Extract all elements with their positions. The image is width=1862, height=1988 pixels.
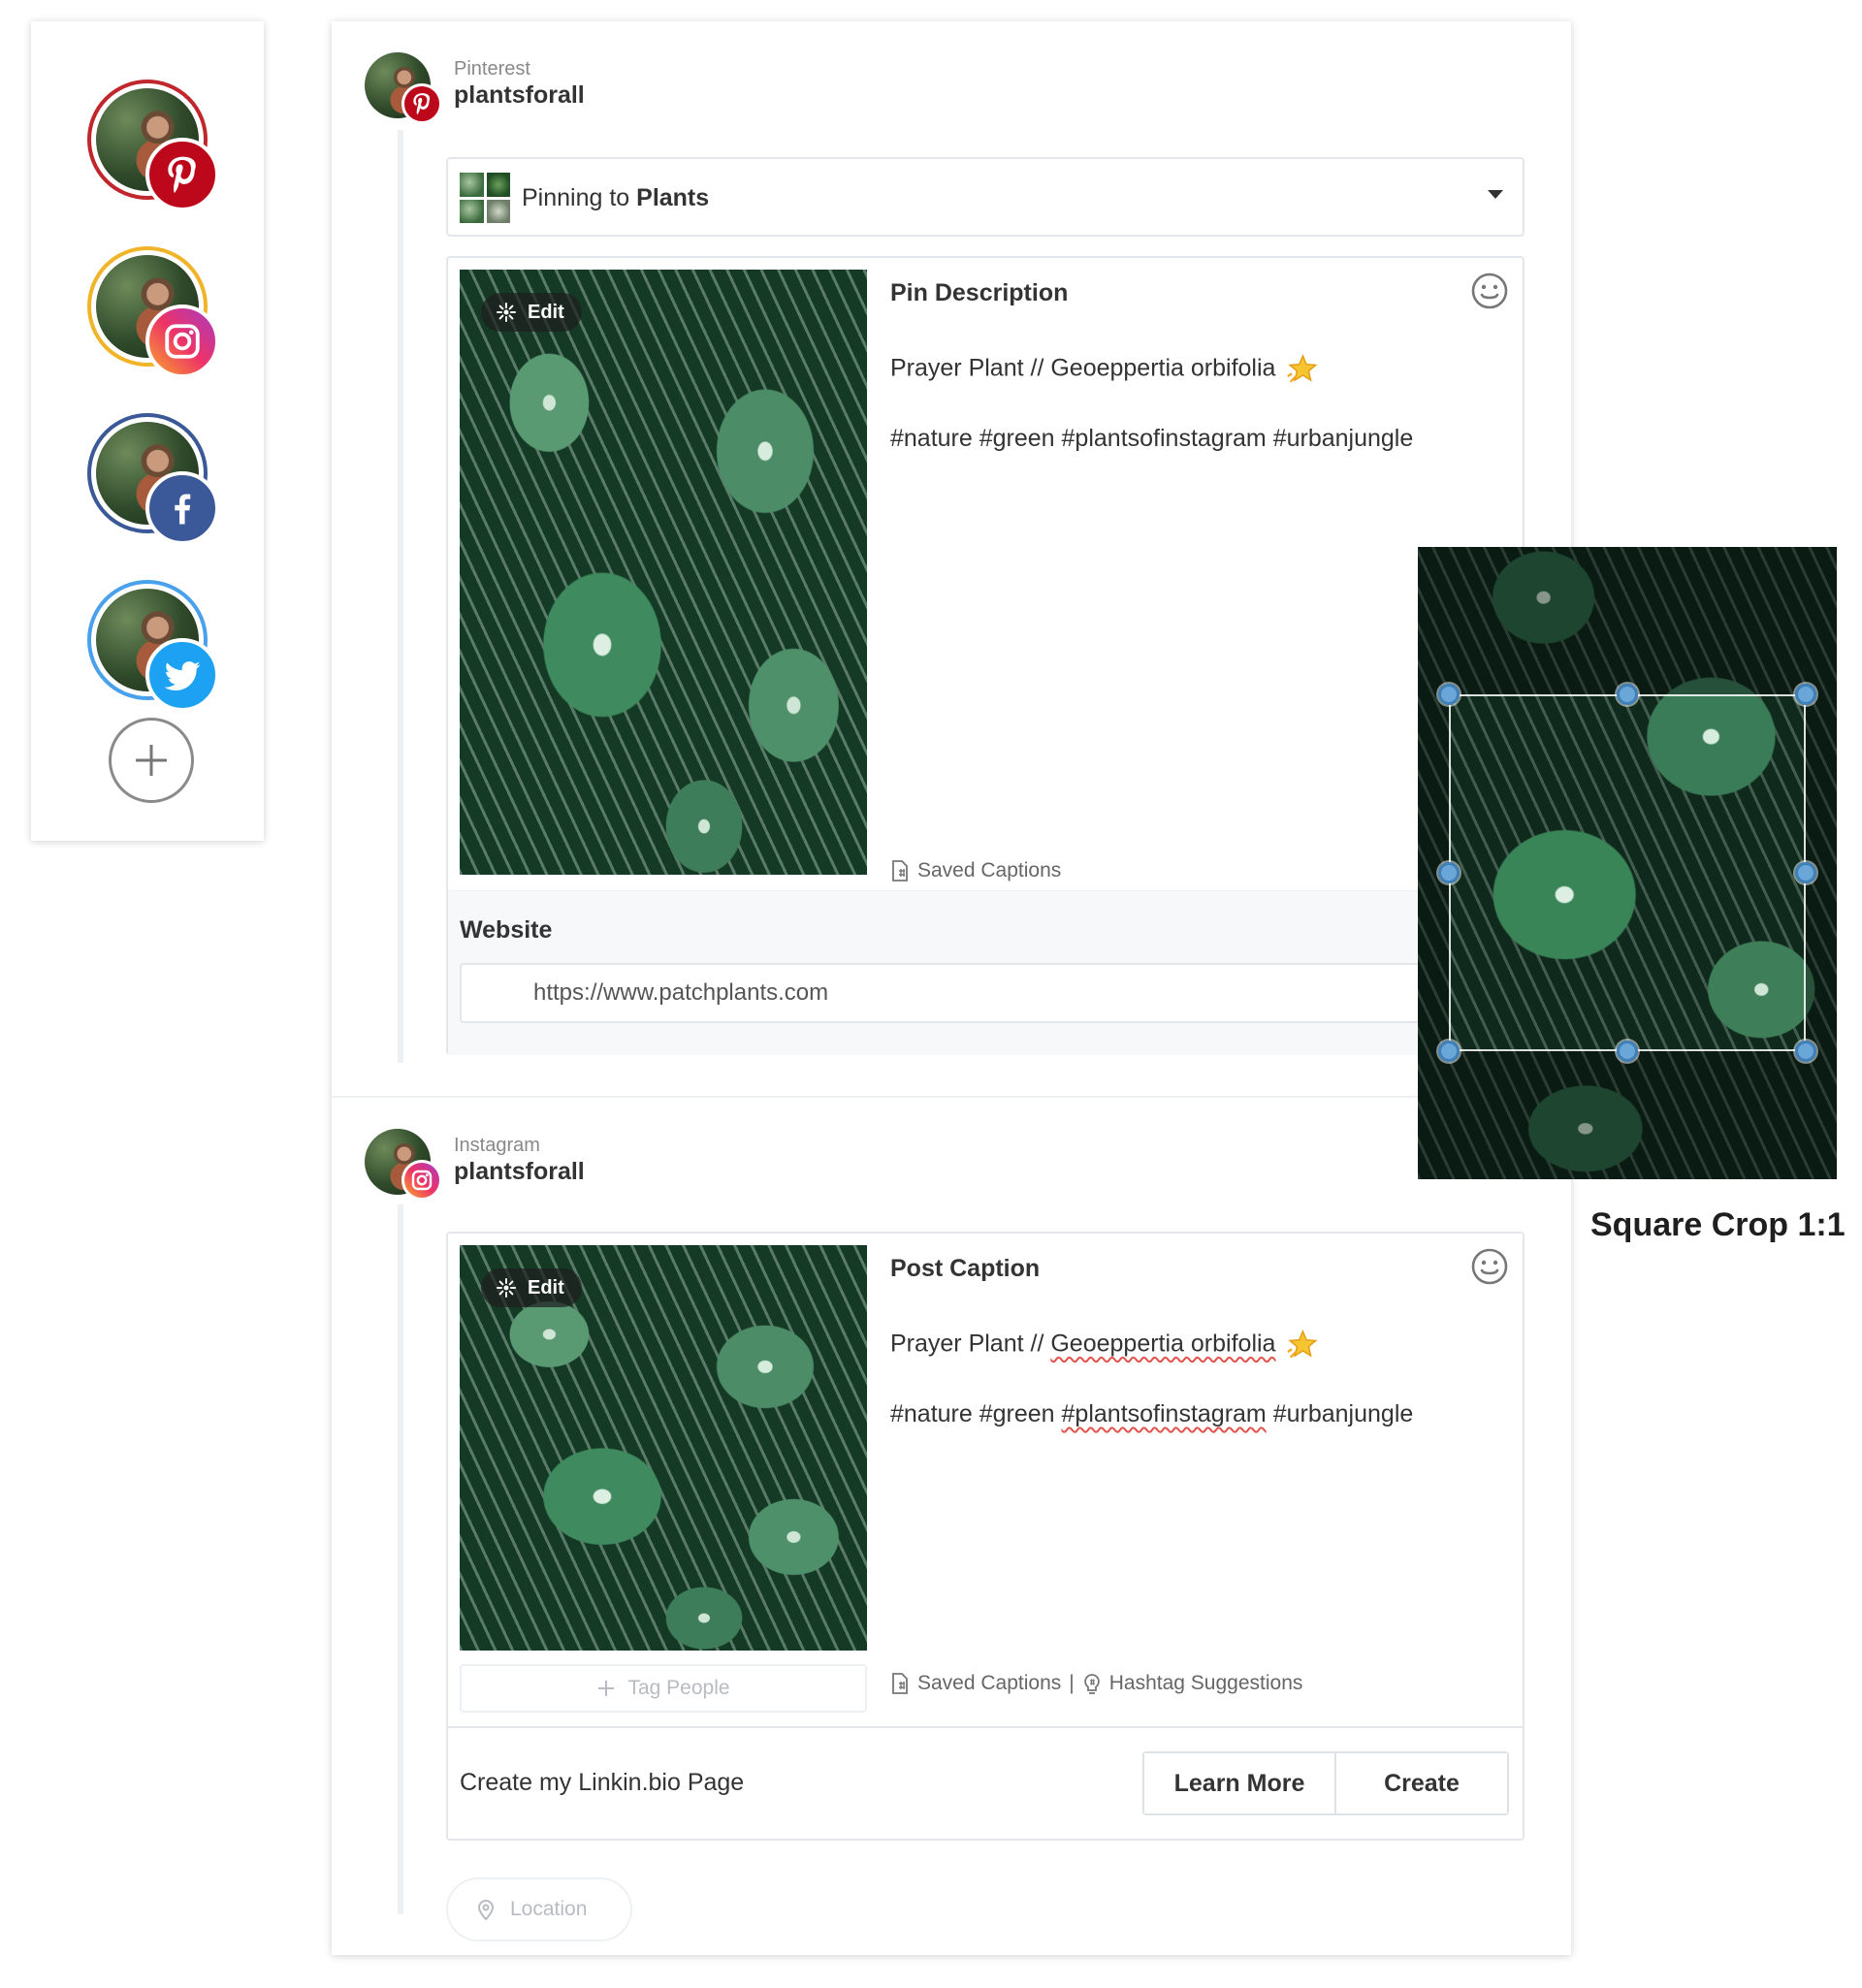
emoji-picker-button[interactable] [1470,272,1509,310]
board-select[interactable]: Pinning to Plants [446,157,1525,237]
pinterest-icon [401,83,442,124]
account-sidebar [31,21,264,841]
chevron-down-icon [1488,190,1503,199]
post-composer: Pinterest plantsforall Pinning to Plants… [332,21,1571,1955]
learn-more-button[interactable]: Learn More [1144,1753,1336,1813]
crop-handle-top[interactable] [1617,684,1638,705]
edit-image-button[interactable]: Edit [481,293,582,332]
pinterest-account-header: Pinterest plantsforall [365,52,753,124]
linkin-bio-row: Create my Linkin.bio Page Learn More Cre… [448,1726,1523,1837]
network-label: Instagram [454,1135,540,1156]
account-facebook[interactable] [87,413,219,545]
magic-wand-icon [497,303,516,322]
instagram-account-header: Instagram plantsforall [365,1129,753,1201]
emoji-picker-button[interactable] [1470,1247,1509,1286]
document-hashtag-icon [892,860,908,882]
smiley-icon [1471,1248,1508,1285]
board-thumbnail [460,173,510,223]
linkin-actions: Learn More Create [1142,1751,1509,1815]
network-label: Pinterest [454,58,530,80]
hashtag-bulb-icon [1083,1674,1100,1694]
website-input[interactable]: https://www.patchplants.com [460,963,1507,1023]
crop-handle-bottom-right[interactable] [1795,1041,1816,1062]
edit-label: Edit [528,1276,564,1299]
linkin-bio-text: Create my Linkin.bio Page [460,1769,745,1796]
account-pinterest[interactable] [87,80,219,211]
crop-frame[interactable] [1449,694,1806,1051]
thread-line [398,130,403,1063]
caption-text[interactable]: Prayer Plant // Geoeppertia orbifolia [890,353,1318,386]
magic-wand-icon [497,1278,516,1298]
create-button[interactable]: Create [1336,1753,1507,1813]
plus-icon [136,745,167,776]
star-emoji-icon [1287,353,1318,383]
crop-handle-right[interactable] [1795,862,1816,883]
facebook-icon [145,471,219,545]
board-name: Plants [636,184,710,211]
edit-label: Edit [528,301,564,323]
hashtag-suggestions-link[interactable]: Hashtag Suggestions [1109,1672,1303,1695]
username: plantsforall [454,81,585,109]
add-account-button[interactable] [109,718,194,803]
crop-label: Square Crop 1:1 [1590,1206,1846,1243]
instagram-editor: Edit Post Caption Prayer Plant // Geoepp… [446,1232,1525,1841]
website-label: Website [460,916,553,944]
crop-preview [1418,547,1837,1179]
saved-captions-link[interactable]: Saved Captions [890,859,1061,882]
pin-image[interactable]: Edit [460,270,867,875]
board-select-label: Pinning to Plants [522,184,710,211]
post-image[interactable]: Edit [460,1245,867,1651]
caption-title: Post Caption [890,1255,1041,1282]
tag-people-button[interactable]: Tag People [460,1664,867,1713]
pinterest-icon [145,138,219,211]
twitter-icon [145,638,219,712]
username: plantsforall [454,1158,585,1185]
account-instagram[interactable] [87,246,219,378]
crop-handle-left[interactable] [1438,862,1460,883]
crop-shade [1418,1051,1837,1179]
pin-editor: Edit Pin Description Prayer Plant // Geo… [446,256,1525,1055]
separator: | [1069,1672,1075,1694]
caption-text[interactable]: Prayer Plant // Geoeppertia orbifolia [890,1329,1318,1362]
saved-captions-link[interactable]: Saved Captions [917,1672,1061,1695]
crop-shade [1418,547,1837,694]
smiley-icon [1471,273,1508,309]
caption-tools: Saved Captions | Hashtag Suggestions [890,1672,1302,1695]
edit-image-button[interactable]: Edit [481,1268,582,1307]
website-section: Website https://www.patchplants.com [448,890,1523,1055]
crop-handle-top-left[interactable] [1438,684,1460,705]
instagram-icon [145,305,219,378]
crop-handle-top-right[interactable] [1795,684,1816,705]
star-emoji-icon [1287,1329,1318,1359]
document-hashtag-icon [892,1673,908,1694]
crop-handle-bottom-left[interactable] [1438,1041,1460,1062]
account-twitter[interactable] [87,580,219,712]
plus-icon [598,1681,615,1696]
location-pin-icon [477,1900,495,1921]
crop-handle-bottom[interactable] [1617,1041,1638,1062]
location-button[interactable]: Location [446,1877,632,1941]
instagram-icon [401,1160,442,1201]
description-title: Pin Description [890,279,1069,306]
thread-line [398,1204,403,1914]
hashtags-text[interactable]: #nature #green #plantsofinstagram #urban… [890,425,1413,453]
hashtags-text[interactable]: #nature #green #plantsofinstagram #urban… [890,1400,1413,1428]
section-divider [332,1096,1571,1098]
